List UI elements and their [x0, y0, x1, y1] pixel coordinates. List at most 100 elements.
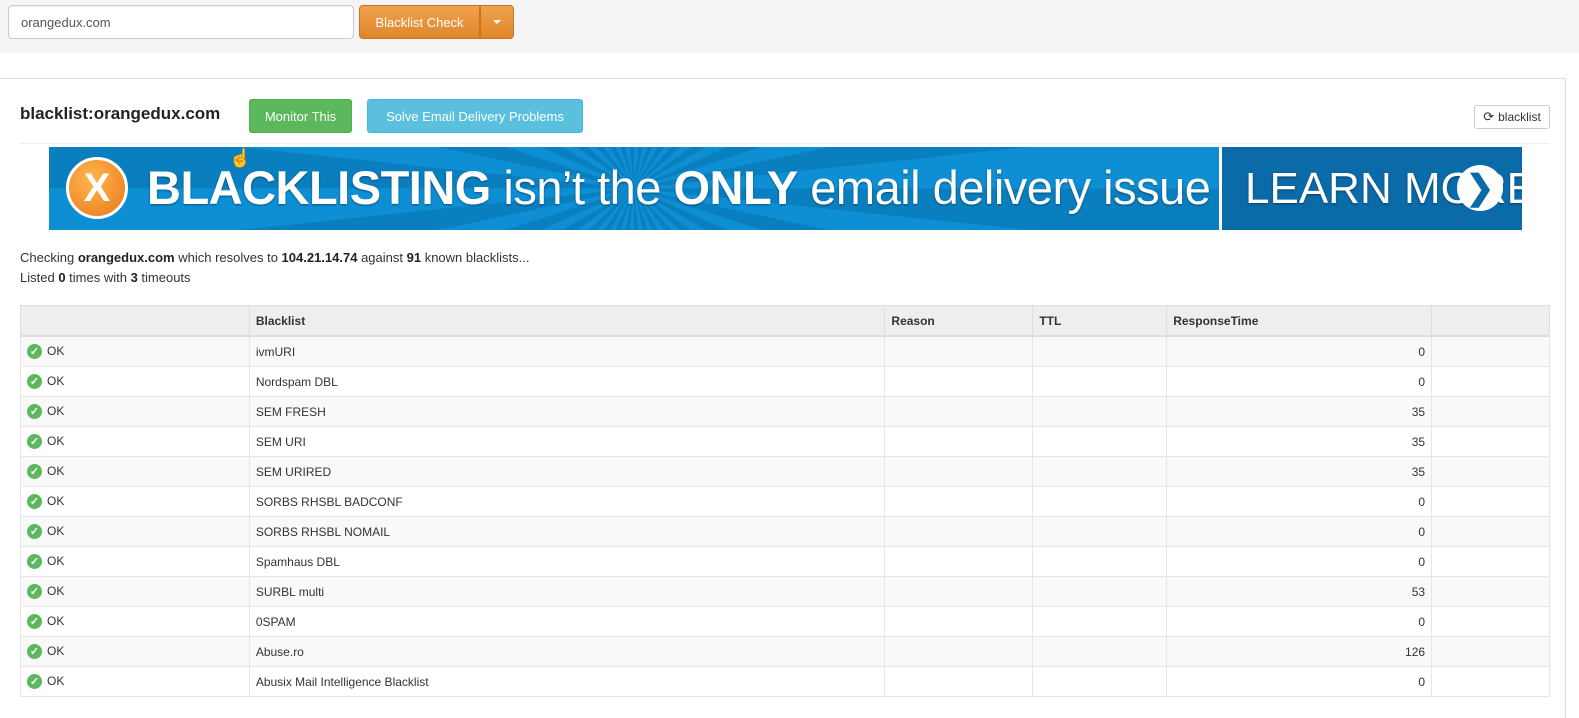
check-circle-icon: ✓ [27, 554, 42, 570]
status-cell: ✓ OK [20, 666, 250, 697]
hand-cursor-icon: ☝ [229, 148, 252, 168]
reason-cell [884, 366, 1034, 397]
table-row: ✓ OK Abuse.ro 126 [20, 636, 1550, 667]
status-cell: ✓ OK [20, 516, 250, 547]
status-cell: ✓ OK [20, 576, 250, 607]
reason-cell [884, 636, 1034, 667]
response-time-cell: 53 [1166, 576, 1433, 607]
blacklist-name-cell[interactable]: SEM URIRED [248, 456, 886, 487]
response-time-cell: 0 [1166, 546, 1433, 577]
check-circle-icon: ✓ [27, 434, 42, 450]
x-circle-icon: X [66, 157, 128, 219]
extra-cell [1431, 456, 1550, 487]
blacklist-name-cell[interactable]: 0SPAM [248, 606, 886, 637]
ttl-cell [1032, 606, 1168, 637]
table-header-row: Blacklist Reason TTL ResponseTime [20, 305, 1550, 337]
ttl-cell [1032, 546, 1168, 577]
extra-cell [1431, 666, 1550, 697]
status-text: OK [47, 553, 65, 568]
col-reason[interactable]: Reason [884, 305, 1034, 337]
ttl-cell [1032, 576, 1168, 607]
check-circle-icon: ✓ [27, 344, 42, 360]
ttl-cell [1032, 486, 1168, 517]
col-response-time[interactable]: ResponseTime [1166, 305, 1433, 337]
status-cell: ✓ OK [20, 426, 250, 457]
chevron-right-icon[interactable]: ❯ [1457, 165, 1503, 211]
col-extra [1431, 305, 1550, 337]
blacklist-name-cell[interactable]: SURBL multi [248, 576, 886, 607]
table-row: ✓ OK 0SPAM 0 [20, 606, 1550, 637]
blacklist-name-cell[interactable]: Abusix Mail Intelligence Blacklist [248, 666, 886, 697]
refresh-blacklist-button[interactable]: ⟳ blacklist [1474, 105, 1550, 129]
ttl-cell [1032, 456, 1168, 487]
col-ttl[interactable]: TTL [1032, 305, 1168, 337]
ttl-cell [1032, 335, 1168, 367]
status-text: OK [47, 673, 65, 688]
search-input[interactable] [8, 5, 354, 39]
status-text: OK [47, 403, 65, 418]
blacklist-name-cell[interactable]: SEM FRESH [248, 396, 886, 427]
reason-cell [884, 426, 1034, 457]
check-circle-icon: ✓ [27, 524, 42, 540]
blacklist-name-cell[interactable]: Spamhaus DBL [248, 546, 886, 577]
blacklist-name-cell[interactable]: Abuse.ro [248, 636, 886, 667]
status-text: OK [47, 433, 65, 448]
reason-cell [884, 486, 1034, 517]
solve-email-delivery-button[interactable]: Solve Email Delivery Problems [367, 99, 583, 133]
reason-cell [884, 396, 1034, 427]
summary-line-2: Listed 0 times with 3 timeouts [20, 270, 191, 285]
status-text: OK [47, 583, 65, 598]
caret-down-icon [493, 20, 501, 24]
reason-cell [884, 546, 1034, 577]
status-text: OK [47, 373, 65, 388]
page-title: blacklist:orangedux.com [20, 104, 221, 123]
blacklist-name-cell[interactable]: Nordspam DBL [248, 366, 886, 397]
status-cell: ✓ OK [20, 335, 250, 367]
header-divider [20, 143, 1550, 144]
ttl-cell [1032, 636, 1168, 667]
extra-cell [1431, 636, 1550, 667]
status-cell: ✓ OK [20, 396, 250, 427]
blacklist-name-cell[interactable]: ivmURI [248, 335, 886, 367]
blacklist-name-cell[interactable]: SORBS RHSBL NOMAIL [248, 516, 886, 547]
advert-banner[interactable]: X BLACKLISTING isn’t the ONLY email deli… [49, 147, 1522, 230]
status-text: OK [47, 613, 65, 628]
check-circle-icon: ✓ [27, 614, 42, 630]
check-circle-icon: ✓ [27, 494, 42, 510]
extra-cell [1431, 546, 1550, 577]
blacklist-name-cell[interactable]: SEM URI [248, 426, 886, 457]
response-time-cell: 0 [1166, 486, 1433, 517]
monitor-this-button[interactable]: Monitor This [249, 99, 352, 133]
reason-cell [884, 456, 1034, 487]
check-circle-icon: ✓ [27, 644, 42, 660]
table-row: ✓ OK Spamhaus DBL 0 [20, 546, 1550, 577]
extra-cell [1431, 335, 1550, 367]
response-time-cell: 0 [1166, 606, 1433, 637]
table-row: ✓ OK Nordspam DBL 0 [20, 366, 1550, 397]
blacklist-check-button[interactable]: Blacklist Check [359, 5, 480, 39]
extra-cell [1431, 516, 1550, 547]
reason-cell [884, 606, 1034, 637]
response-time-cell: 0 [1166, 366, 1433, 397]
col-blacklist[interactable]: Blacklist [248, 305, 886, 337]
col-status[interactable] [20, 305, 250, 337]
ttl-cell [1032, 516, 1168, 547]
response-time-cell: 35 [1166, 426, 1433, 457]
check-dropdown-button[interactable] [480, 5, 514, 39]
ttl-cell [1032, 426, 1168, 457]
status-text: OK [47, 343, 65, 358]
blacklist-name-cell[interactable]: SORBS RHSBL BADCONF [248, 486, 886, 517]
extra-cell [1431, 366, 1550, 397]
status-cell: ✓ OK [20, 456, 250, 487]
response-time-cell: 0 [1166, 666, 1433, 697]
blacklist-results-table: Blacklist Reason TTL ResponseTime ✓ OK ivm… [20, 305, 1550, 697]
status-cell: ✓ OK [20, 636, 250, 667]
extra-cell [1431, 426, 1550, 457]
table-row: ✓ OK SURBL multi 53 [20, 576, 1550, 607]
status-cell: ✓ OK [20, 366, 250, 397]
response-time-cell: 0 [1166, 516, 1433, 547]
check-circle-icon: ✓ [27, 404, 42, 420]
table-row: ✓ OK SORBS RHSBL NOMAIL 0 [20, 516, 1550, 547]
table-row: ✓ OK ivmURI 0 [20, 335, 1550, 367]
response-time-cell: 35 [1166, 396, 1433, 427]
